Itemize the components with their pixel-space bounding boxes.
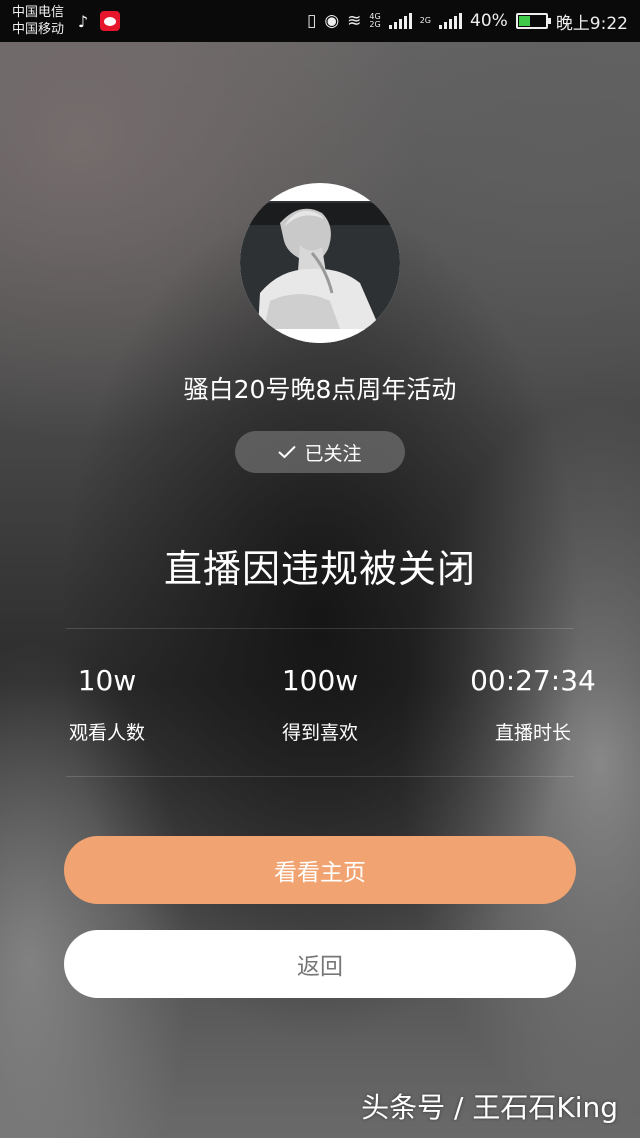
- back-button[interactable]: 返回: [64, 930, 576, 998]
- stat-value: 10w: [77, 664, 137, 697]
- carrier-2: 中国移动: [12, 22, 65, 37]
- stat-value: 100w: [281, 664, 359, 697]
- carrier-info: 中国电信 中国移动: [12, 4, 64, 38]
- stat-duration: 00:27:34 直播时长: [443, 660, 623, 745]
- stat-label: 观看人数: [68, 722, 145, 744]
- divider-bottom: [66, 776, 574, 777]
- battery-icon: [515, 13, 551, 29]
- stat-viewers: 10w 观看人数: [17, 660, 197, 745]
- battery-percent: 40%: [470, 11, 508, 31]
- avatar-illustration: [240, 201, 400, 343]
- avatar[interactable]: [240, 183, 400, 343]
- stat-label: 直播时长: [494, 722, 571, 744]
- stream-title: 骚白20号晚8点周年活动: [183, 375, 457, 404]
- eye-icon: ◉: [324, 11, 340, 31]
- status-bar: 中国电信 中国移动 ♪ ▯ ◉ ≋ 4G 2G 2G 40% 晚上9:22: [0, 0, 640, 42]
- follow-label: 已关注: [304, 442, 362, 465]
- stat-likes: 100w 得到喜欢: [230, 660, 410, 745]
- check-icon: [278, 445, 297, 459]
- stream-stats: 10w 观看人数 100w 得到喜欢 00:27:34 直播时长: [0, 660, 640, 760]
- vibrate-icon: ▯: [306, 11, 317, 31]
- stream-closed-notice: 直播因违规被关闭: [163, 547, 476, 591]
- view-homepage-button[interactable]: 看看主页: [64, 836, 576, 904]
- wifi-icon: ≋: [347, 11, 362, 31]
- divider-top: [66, 628, 574, 629]
- signal-icon-2: [439, 13, 463, 29]
- network-type-2: 2G: [419, 16, 432, 25]
- clock: 晚上9:22: [555, 13, 628, 34]
- stat-value: 00:27:34: [470, 664, 596, 697]
- watermark: 头条号 / 王石石King: [361, 1091, 618, 1124]
- weibo-icon: [100, 11, 121, 31]
- signal-icon: [388, 13, 412, 29]
- tiktok-icon: ♪: [77, 11, 89, 31]
- network-type-1: 4G 2G: [369, 12, 381, 29]
- carrier-1: 中国电信: [12, 5, 65, 20]
- stat-label: 得到喜欢: [281, 722, 358, 744]
- follow-status-button[interactable]: 已关注: [235, 431, 405, 473]
